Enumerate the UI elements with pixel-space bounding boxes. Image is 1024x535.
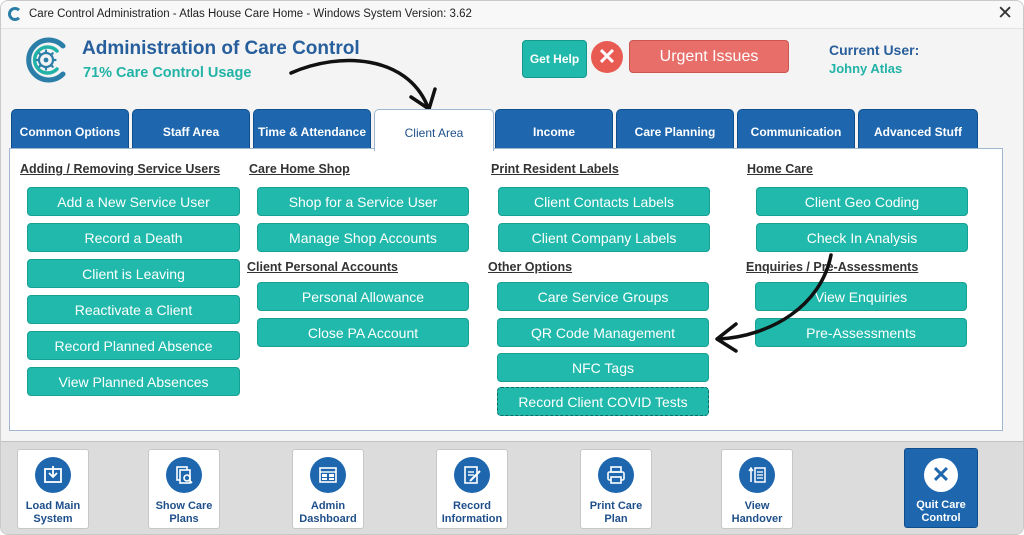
section-heading-other-options: Other Options — [488, 260, 573, 274]
client-contacts-labels-button[interactable]: Client Contacts Labels — [498, 187, 710, 216]
tab-common-options[interactable]: Common Options — [11, 109, 129, 149]
record-planned-absence-button[interactable]: Record Planned Absence — [27, 331, 240, 360]
show-care-plans-label: Show Care Plans — [155, 500, 213, 525]
admin-dashboard-label: Admin Dashboard — [299, 500, 357, 525]
view-enquiries-button[interactable]: View Enquiries — [755, 282, 967, 311]
app-window: Care Control Administration - Atlas Hous… — [0, 0, 1024, 535]
edit-document-icon — [454, 457, 490, 493]
documents-search-icon — [166, 457, 202, 493]
app-logo-gear-icon — [26, 37, 66, 83]
print-care-plan-label: Print Care Plan — [589, 500, 643, 525]
check-in-analysis-button[interactable]: Check In Analysis — [756, 223, 968, 252]
manage-shop-accounts-button[interactable]: Manage Shop Accounts — [257, 223, 469, 252]
view-planned-absences-button[interactable]: View Planned Absences — [27, 367, 240, 396]
quit-care-control-button[interactable]: ✕ Quit Care Control — [904, 448, 978, 528]
section-heading-resident-labels: Print Resident Labels — [491, 162, 619, 176]
tab-communication[interactable]: Communication — [737, 109, 855, 149]
reactivate-client-button[interactable]: Reactivate a Client — [27, 295, 240, 324]
personal-allowance-button[interactable]: Personal Allowance — [257, 282, 469, 311]
quit-care-control-label: Quit Care Control — [916, 499, 966, 524]
nfc-tags-button[interactable]: NFC Tags — [497, 353, 709, 382]
tab-staff-area[interactable]: Staff Area — [132, 109, 250, 149]
usage-indicator: 71% Care Control Usage — [83, 65, 252, 81]
client-leaving-button[interactable]: Client is Leaving — [27, 259, 240, 288]
record-client-covid-tests-button[interactable]: Record Client COVID Tests — [497, 387, 709, 416]
close-icon: ✕ — [924, 458, 958, 492]
section-heading-personal-accounts: Client Personal Accounts — [247, 260, 398, 274]
window-close-icon[interactable]: ✕ — [997, 4, 1013, 24]
section-heading-home-care: Home Care — [747, 162, 813, 176]
client-geo-coding-button[interactable]: Client Geo Coding — [756, 187, 968, 216]
urgent-close-icon[interactable]: ✕ — [591, 41, 623, 73]
app-title: Administration of Care Control — [82, 38, 360, 59]
section-heading-adding-removing: Adding / Removing Service Users — [20, 162, 221, 176]
section-heading-enquiries: Enquiries / Pre-Assessments — [746, 260, 919, 274]
tab-income[interactable]: Income — [495, 109, 613, 149]
record-information-button[interactable]: Record Information — [436, 449, 508, 529]
pre-assessments-button[interactable]: Pre-Assessments — [755, 318, 967, 347]
download-box-icon — [35, 457, 71, 493]
window-title: Care Control Administration - Atlas Hous… — [29, 8, 472, 20]
print-care-plan-button[interactable]: Print Care Plan — [580, 449, 652, 529]
get-help-button[interactable]: Get Help — [522, 40, 587, 78]
tab-advanced-stuff[interactable]: Advanced Stuff — [858, 109, 978, 149]
current-user-label: Current User: — [829, 42, 920, 58]
printer-icon — [598, 457, 634, 493]
add-new-service-user-button[interactable]: Add a New Service User — [27, 187, 240, 216]
tab-client-area[interactable]: Client Area — [374, 109, 494, 151]
arrow-to-client-area-tab — [289, 58, 429, 107]
qr-code-management-button[interactable]: QR Code Management — [497, 318, 709, 347]
view-handover-button[interactable]: View Handover — [721, 449, 793, 529]
load-main-system-button[interactable]: Load Main System — [17, 449, 89, 529]
app-small-logo-icon — [8, 7, 22, 21]
load-main-system-label: Load Main System — [25, 500, 81, 525]
urgent-issues-button[interactable]: Urgent Issues — [629, 40, 789, 73]
title-bar: Care Control Administration - Atlas Hous… — [1, 1, 1023, 29]
tab-care-planning[interactable]: Care Planning — [616, 109, 734, 149]
sort-list-icon — [739, 457, 775, 493]
shop-for-service-user-button[interactable]: Shop for a Service User — [257, 187, 469, 216]
client-company-labels-button[interactable]: Client Company Labels — [498, 223, 710, 252]
show-care-plans-button[interactable]: Show Care Plans — [148, 449, 220, 529]
view-handover-label: View Handover — [731, 500, 783, 525]
close-pa-account-button[interactable]: Close PA Account — [257, 318, 469, 347]
record-death-button[interactable]: Record a Death — [27, 223, 240, 252]
section-heading-care-home-shop: Care Home Shop — [249, 162, 350, 176]
record-information-label: Record Information — [441, 500, 503, 525]
care-service-groups-button[interactable]: Care Service Groups — [497, 282, 709, 311]
dashboard-icon — [310, 457, 346, 493]
admin-dashboard-button[interactable]: Admin Dashboard — [292, 449, 364, 529]
current-user-name: Johny Atlas — [829, 61, 903, 76]
tab-time-attendance[interactable]: Time & Attendance — [253, 109, 371, 149]
